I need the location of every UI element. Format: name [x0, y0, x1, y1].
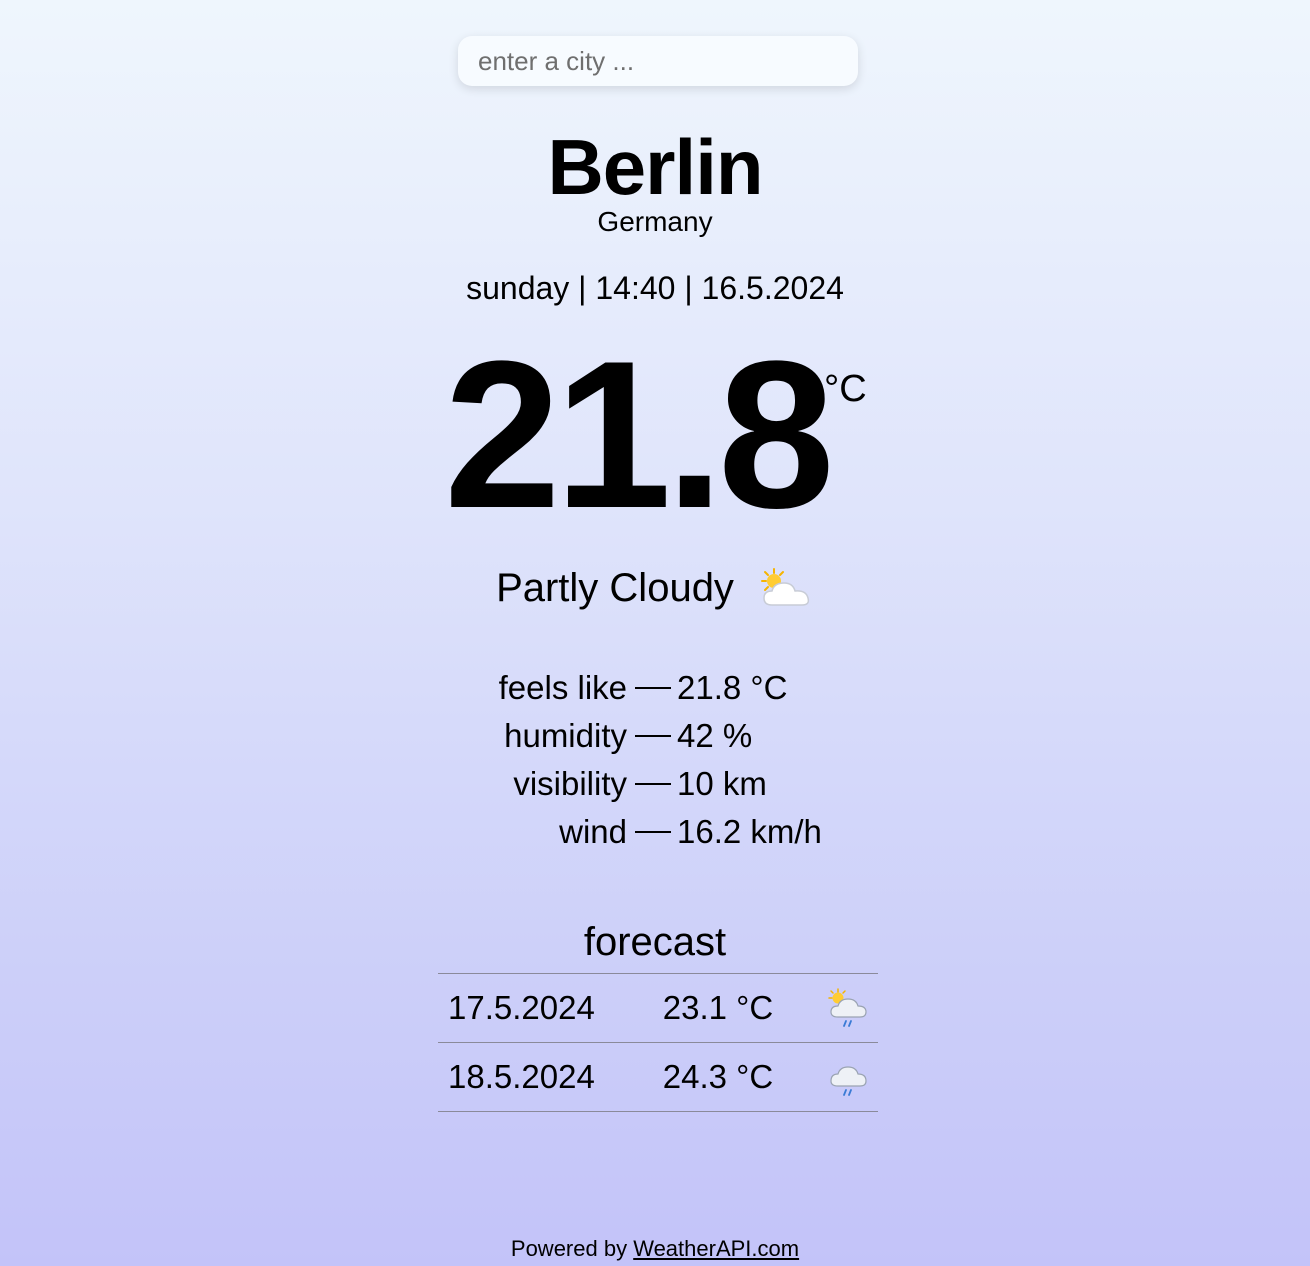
footer: Powered by WeatherAPI.com	[0, 1236, 1310, 1262]
cloud-rain-icon	[818, 1055, 878, 1099]
detail-row-feels-like: feels like 21.8 °C	[430, 664, 880, 712]
forecast-table: 17.5.2024 23.1 °C 18.5.2024 24.3 °C	[438, 973, 878, 1112]
condition-text: Partly Cloudy	[496, 566, 734, 610]
detail-value: 42 %	[677, 717, 753, 754]
condition-row: Partly Cloudy	[0, 566, 1310, 611]
forecast-title: forecast	[583, 920, 727, 964]
detail-value: 21.8 °C	[677, 669, 788, 706]
dash-separator	[635, 687, 671, 689]
date-time: sunday | 14:40 | 16.5.2024	[466, 270, 844, 306]
city-name: Berlin	[547, 123, 763, 211]
detail-label: wind	[559, 813, 627, 850]
dash-separator	[635, 783, 671, 785]
dash-separator	[635, 735, 671, 737]
detail-value: 16.2 km/h	[677, 813, 822, 850]
detail-row-wind: wind 16.2 km/h	[430, 808, 880, 856]
partly-cloudy-icon	[758, 567, 814, 611]
footer-prefix: Powered by	[510, 1236, 628, 1261]
detail-label: humidity	[504, 717, 627, 754]
detail-label: visibility	[513, 765, 627, 802]
temperature-unit: °C	[824, 368, 867, 410]
forecast-temp: 24.3 °C	[662, 1058, 774, 1095]
forecast-temp: 23.1 °C	[662, 989, 774, 1026]
current-temperature: 21.8	[444, 317, 835, 552]
detail-row-humidity: humidity 42 %	[430, 712, 880, 760]
country-name: Germany	[597, 206, 713, 237]
search-box	[458, 36, 858, 86]
forecast-date: 17.5.2024	[448, 989, 595, 1026]
dash-separator	[635, 831, 671, 833]
forecast-row: 17.5.2024 23.1 °C	[438, 974, 878, 1043]
detail-value: 10 km	[677, 765, 767, 802]
city-search-input[interactable]	[458, 36, 858, 86]
forecast-row: 18.5.2024 24.3 °C	[438, 1043, 878, 1112]
weatherapi-link[interactable]: WeatherAPI.com	[633, 1236, 799, 1261]
detail-row-visibility: visibility 10 km	[430, 760, 880, 808]
forecast-date: 18.5.2024	[448, 1058, 595, 1095]
weather-details: feels like 21.8 °C humidity 42 % visibil…	[430, 664, 880, 856]
detail-label: feels like	[498, 669, 627, 706]
sun-cloud-rain-icon	[818, 986, 878, 1030]
